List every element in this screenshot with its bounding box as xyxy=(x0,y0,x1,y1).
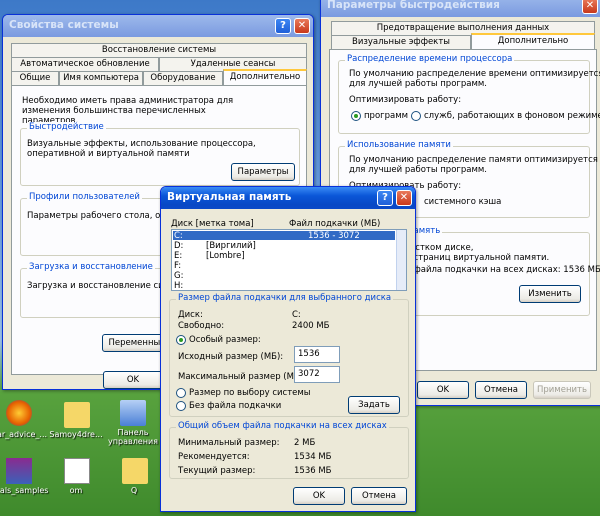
title-bar[interactable]: Виртуальная память ? ✕ xyxy=(161,187,415,209)
drive-letter: C: xyxy=(174,231,183,241)
cpu-desc-2: для лучшей работы программ. xyxy=(349,79,488,89)
drive-letter[interactable]: H: xyxy=(174,281,183,290)
radio-label: Особый размер: xyxy=(189,335,261,345)
group-title: Общий объем файла подкачки на всех диска… xyxy=(176,421,389,431)
drive-row[interactable] xyxy=(173,231,395,240)
col-disk-header: Диск [метка тома] xyxy=(171,219,254,229)
radio-label: системного кэша xyxy=(424,197,502,207)
current-size-label: Текущий размер: xyxy=(178,466,256,476)
virtual-memory-dialog: Виртуальная память ? ✕ Диск [метка тома]… xyxy=(160,186,416,512)
free-value: 2400 МБ xyxy=(292,321,330,331)
drive-label: [Lombre] xyxy=(206,251,245,261)
group-desc: Визуальные эффекты, использование процес… xyxy=(27,139,256,159)
help-icon[interactable]: ? xyxy=(377,190,393,206)
radio-label: программ xyxy=(364,111,409,121)
max-size-input[interactable]: 3072 xyxy=(294,366,340,383)
cpu-opt-label: Оптимизировать работу: xyxy=(349,95,462,105)
min-size-label: Минимальный размер: xyxy=(178,438,280,448)
desktop-icon-label: ar_advice_... xyxy=(0,430,48,439)
tab-advanced[interactable]: Дополнительно xyxy=(223,69,307,85)
ok-button[interactable]: OK xyxy=(293,487,345,505)
scrollbar[interactable] xyxy=(396,230,406,290)
drive-letter[interactable]: F: xyxy=(174,261,181,271)
radio-programs[interactable] xyxy=(351,111,361,121)
ok-button[interactable]: OK xyxy=(417,381,469,399)
tab-advanced[interactable]: Дополнительно xyxy=(471,33,595,49)
tab-system-restore[interactable]: Восстановление системы xyxy=(11,43,307,57)
group-title: Быстродействие xyxy=(27,122,106,132)
group-title: Профили пользователей xyxy=(27,192,142,202)
change-button[interactable]: Изменить xyxy=(519,285,581,303)
cpu-group: Распределение времени процессора По умол… xyxy=(338,54,600,134)
initial-size-label: Исходный размер (МБ): xyxy=(178,352,284,362)
window-title: Свойства системы xyxy=(9,19,119,31)
tab-general[interactable]: Общие xyxy=(11,71,59,85)
mem-desc-1: По умолчанию распределение памяти оптими… xyxy=(349,155,598,165)
group-desc: Параметры рабочего стола, относ xyxy=(27,211,181,221)
desktop-icon-label: Q xyxy=(130,486,138,495)
radio-custom-size[interactable] xyxy=(176,335,186,345)
drive-list[interactable]: C: 1536 - 3072 D: [Виргилий] E: [Lombre]… xyxy=(171,229,407,291)
control-panel-icon[interactable] xyxy=(120,400,146,426)
desktop-icon-label: Samoy4dre... xyxy=(49,430,103,439)
folder-icon[interactable] xyxy=(122,458,148,484)
title-bar[interactable]: Свойства системы ? ✕ xyxy=(3,15,313,37)
window-title: Параметры быстродействия xyxy=(327,0,500,11)
folder-icon[interactable] xyxy=(64,402,90,428)
radio-services[interactable] xyxy=(411,111,421,121)
min-size-value: 2 МБ xyxy=(294,438,316,448)
radio-label: Размер по выбору системы xyxy=(189,388,311,398)
initial-size-input[interactable]: 1536 xyxy=(294,346,340,363)
close-icon[interactable]: ✕ xyxy=(294,18,310,34)
radio-system-size[interactable] xyxy=(176,388,186,398)
radio-no-file[interactable] xyxy=(176,401,186,411)
recommended-value: 1534 МБ xyxy=(294,452,332,462)
group-title: Использование памяти xyxy=(345,140,453,150)
group-title: Распределение времени процессора xyxy=(345,54,515,64)
tab-visual-effects[interactable]: Визуальные эффекты xyxy=(331,35,471,49)
col-file-header: Файл подкачки (МБ) xyxy=(289,219,381,229)
cancel-button[interactable]: Отмена xyxy=(475,381,527,399)
mem-desc-2: для лучшей работы программ. xyxy=(349,165,488,175)
drive-label: [Виргилий] xyxy=(206,241,256,251)
selected-drive-group: Размер файла подкачки для выбранного дис… xyxy=(169,293,409,417)
close-icon[interactable]: ✕ xyxy=(582,0,598,14)
file-icon[interactable] xyxy=(64,458,90,484)
desktop-icon-label: cals_samples xyxy=(0,486,49,495)
total-group: Общий объем файла подкачки на всех диска… xyxy=(169,421,409,479)
tab-computer-name[interactable]: Имя компьютера xyxy=(59,71,143,85)
recommended-label: Рекомендуется: xyxy=(178,452,250,462)
window-title: Виртуальная память xyxy=(167,191,292,203)
help-icon[interactable]: ? xyxy=(275,18,291,34)
title-bar[interactable]: Параметры быстродействия ✕ xyxy=(321,0,600,17)
drive-letter[interactable]: G: xyxy=(174,271,183,281)
desktop-icon-label: Панель управления xyxy=(108,428,158,446)
max-size-label: Максимальный размер (МБ): xyxy=(178,372,306,382)
radio-label: служб, работающих в фоновом режиме xyxy=(424,111,600,121)
performance-group: Быстродействие Визуальные эффекты, испол… xyxy=(20,122,300,186)
cpu-desc-1: По умолчанию распределение времени оптим… xyxy=(349,69,600,79)
tab-hardware[interactable]: Оборудование xyxy=(143,71,223,85)
current-size-value: 1536 МБ xyxy=(294,466,332,476)
cancel-button[interactable]: Отмена xyxy=(351,487,407,505)
performance-settings-button[interactable]: Параметры xyxy=(231,163,295,181)
disk-value: C: xyxy=(292,310,301,320)
radio-label: Без файла подкачки xyxy=(189,401,282,411)
disk-label: Диск: xyxy=(178,310,203,320)
winrar-icon[interactable] xyxy=(6,458,32,484)
ok-button[interactable]: OK xyxy=(103,371,163,389)
drive-letter[interactable]: E: xyxy=(174,251,182,261)
free-label: Свободно: xyxy=(178,321,225,331)
drive-size: 1536 - 3072 xyxy=(308,231,360,241)
set-button[interactable]: Задать xyxy=(348,396,400,414)
close-icon[interactable]: ✕ xyxy=(396,190,412,206)
tab-auto-update[interactable]: Автоматическое обновление xyxy=(11,57,159,71)
firefox-icon[interactable] xyxy=(6,400,32,426)
group-title: Размер файла подкачки для выбранного дис… xyxy=(176,293,394,303)
group-title: Загрузка и восстановление xyxy=(27,262,155,272)
desktop-icon-label: om xyxy=(69,486,83,495)
drive-letter[interactable]: D: xyxy=(174,241,183,251)
apply-button[interactable]: Применить xyxy=(533,381,591,399)
